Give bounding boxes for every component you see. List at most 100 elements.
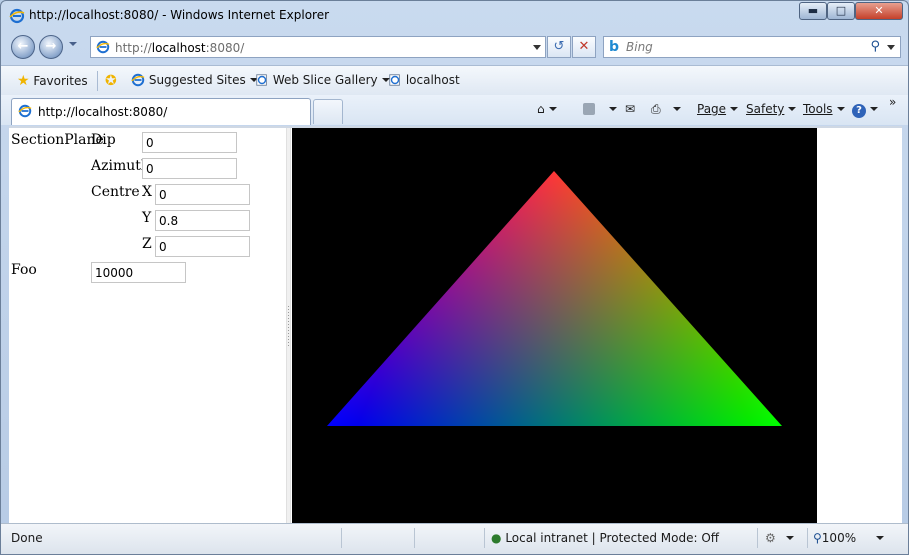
command-overflow-chevron[interactable]: » (889, 95, 896, 109)
close-icon: ✕ (874, 4, 884, 17)
security-zone-label: Local intranet | Protected Mode: Off (505, 531, 720, 545)
triangle-blue-layer (327, 171, 782, 426)
recent-pages-dropdown[interactable] (69, 42, 77, 46)
close-button[interactable]: ✕ (855, 2, 903, 20)
safety-dropdown-icon (788, 107, 797, 111)
globe-icon: ● (491, 531, 502, 545)
stop-button[interactable]: ✕ (572, 36, 596, 58)
content-margin (817, 128, 902, 525)
url-scheme: http:// (115, 41, 152, 55)
pane-splitter[interactable] (286, 128, 291, 525)
zoom-dropdown-icon (876, 536, 885, 540)
suggested-sites-ie-icon (131, 73, 145, 87)
minimize-icon: ▬ (807, 4, 819, 17)
mail-icon: ✉ (625, 102, 636, 116)
refresh-button[interactable]: ↺ (547, 36, 571, 58)
maximize-button[interactable]: □ (827, 2, 855, 20)
suggested-sites-label: Suggested Sites (148, 73, 246, 87)
add-to-favorites-bar-button[interactable]: ✪ (105, 73, 117, 89)
azimuth-input[interactable] (142, 158, 237, 179)
suggested-sites-link[interactable]: Suggested Sites (131, 73, 258, 87)
zoom-level: 100% (821, 531, 857, 545)
home-button[interactable]: ⌂ (537, 102, 557, 116)
back-button[interactable]: ← (11, 35, 35, 59)
forward-button[interactable]: → (39, 35, 63, 59)
page-content: SectionPlane Dip Azimuth Centre X Y Z Fo… (9, 126, 902, 525)
page-menu[interactable]: Page (697, 102, 739, 116)
protected-mode-icon: ⚙ (765, 531, 776, 545)
url-port-path: :8080/ (205, 41, 245, 55)
favorites-separator (97, 71, 98, 91)
minimize-button[interactable]: ▬ (799, 2, 827, 20)
status-separator (757, 528, 758, 548)
stop-icon: ✕ (578, 39, 590, 54)
title-bar: http://localhost:8080/ - Windows Interne… (1, 1, 908, 31)
status-separator (341, 528, 342, 548)
status-separator (414, 528, 415, 548)
status-separator (484, 528, 485, 548)
web-slice-icon (256, 74, 267, 86)
favorites-button[interactable]: ★ Favorites (17, 73, 88, 89)
tools-dropdown-icon (836, 107, 845, 111)
protected-mode-dropdown-icon (785, 536, 794, 540)
browser-window: http://localhost:8080/ - Windows Interne… (0, 0, 909, 555)
foo-label: Foo (11, 262, 37, 278)
tools-menu[interactable]: Tools (803, 102, 845, 116)
centre-z-input[interactable] (155, 236, 250, 257)
webgl-viewport[interactable] (292, 128, 817, 525)
home-dropdown-icon (548, 107, 557, 111)
dip-label: Dip (91, 132, 116, 148)
tab-localhost[interactable]: http://localhost:8080/ (11, 98, 311, 125)
page-menu-label: Page (697, 102, 727, 116)
forward-arrow-icon: → (45, 39, 57, 54)
safety-menu[interactable]: Safety (746, 102, 797, 116)
url-host: localhost (151, 41, 206, 55)
maximize-icon: □ (835, 4, 847, 17)
search-options-dropdown[interactable] (887, 45, 895, 50)
search-box[interactable]: b ⚲ (603, 36, 901, 58)
feeds-button[interactable] (583, 102, 617, 116)
ie-logo-icon (9, 8, 25, 24)
address-url[interactable]: http://localhost:8080/ (115, 41, 244, 55)
print-button[interactable]: ⎙ (651, 102, 681, 117)
navigation-bar: ← → http://localhost:8080/ ↺ ✕ b ⚲ (1, 31, 908, 65)
viewport-svg (327, 171, 782, 426)
printer-icon: ⎙ (651, 102, 661, 116)
help-dropdown-icon (870, 107, 878, 111)
localhost-label: localhost (405, 73, 460, 87)
address-bar[interactable]: http://localhost:8080/ (90, 36, 546, 58)
security-zone[interactable]: ● Local intranet | Protected Mode: Off (491, 531, 719, 545)
web-slice-gallery-link[interactable]: Web Slice Gallery (255, 73, 390, 87)
centre-x-label: X (142, 184, 152, 200)
rss-feed-icon (583, 103, 595, 115)
protected-mode-button[interactable]: ⚙ (765, 531, 794, 545)
read-mail-button[interactable]: ✉ (625, 102, 635, 116)
centre-x-input[interactable] (155, 184, 250, 205)
favorites-bar: ★ Favorites ✪ Suggested Sites Web Slice … (1, 65, 908, 95)
tab-row: http://localhost:8080/ ⌂ ✉ ⎙ Page Safety… (1, 95, 908, 125)
web-slice-gallery-label: Web Slice Gallery (272, 73, 378, 87)
help-menu[interactable]: ? (852, 102, 878, 118)
localhost-page-icon (389, 74, 400, 86)
home-icon: ⌂ (537, 102, 545, 116)
favorites-label: Favorites (33, 74, 88, 88)
tools-menu-label: Tools (803, 102, 833, 116)
feeds-dropdown-icon (609, 107, 617, 111)
favorites-star-icon: ★ (17, 73, 30, 89)
print-dropdown-icon (672, 107, 681, 111)
parameter-form-pane: SectionPlane Dip Azimuth Centre X Y Z Fo… (9, 128, 286, 525)
new-tab-button[interactable] (313, 99, 343, 124)
bing-icon: b (609, 39, 620, 55)
page-dropdown-icon (730, 107, 739, 111)
search-icon[interactable]: ⚲ (870, 39, 880, 54)
search-input[interactable] (626, 39, 856, 55)
localhost-favorite-link[interactable]: localhost (388, 73, 460, 87)
zoom-button[interactable]: ⚲100% (813, 531, 885, 545)
centre-z-label: Z (142, 236, 152, 252)
centre-y-input[interactable] (155, 210, 250, 231)
safety-menu-label: Safety (746, 102, 785, 116)
foo-input[interactable] (91, 262, 186, 283)
address-dropdown-icon[interactable] (533, 45, 541, 50)
page-ie-icon (96, 40, 110, 54)
dip-input[interactable] (142, 132, 237, 153)
